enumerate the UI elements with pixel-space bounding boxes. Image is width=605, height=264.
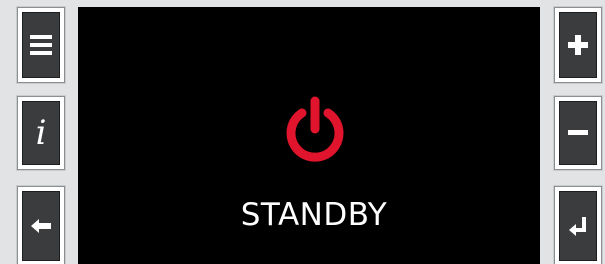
info-button-face: i xyxy=(22,101,60,165)
menu-button[interactable] xyxy=(17,7,65,83)
enter-button[interactable] xyxy=(554,186,602,264)
power-icon[interactable] xyxy=(282,96,348,162)
enter-button-face xyxy=(559,191,597,261)
minus-icon xyxy=(568,130,588,135)
minus-button-face xyxy=(559,101,597,165)
control-panel: i STANDBY xyxy=(0,0,605,264)
plus-button-face xyxy=(559,12,597,78)
enter-icon xyxy=(569,217,586,236)
plus-button[interactable] xyxy=(554,7,602,83)
info-icon: i xyxy=(35,113,47,153)
menu-icon xyxy=(30,35,52,55)
back-arrow-icon xyxy=(31,219,51,233)
status-label: STANDBY xyxy=(240,197,388,233)
minus-button[interactable] xyxy=(554,96,602,170)
back-button-face xyxy=(22,191,60,261)
info-button[interactable]: i xyxy=(17,96,65,170)
plus-icon xyxy=(568,35,588,55)
back-button[interactable] xyxy=(17,186,65,264)
menu-button-face xyxy=(22,12,60,78)
